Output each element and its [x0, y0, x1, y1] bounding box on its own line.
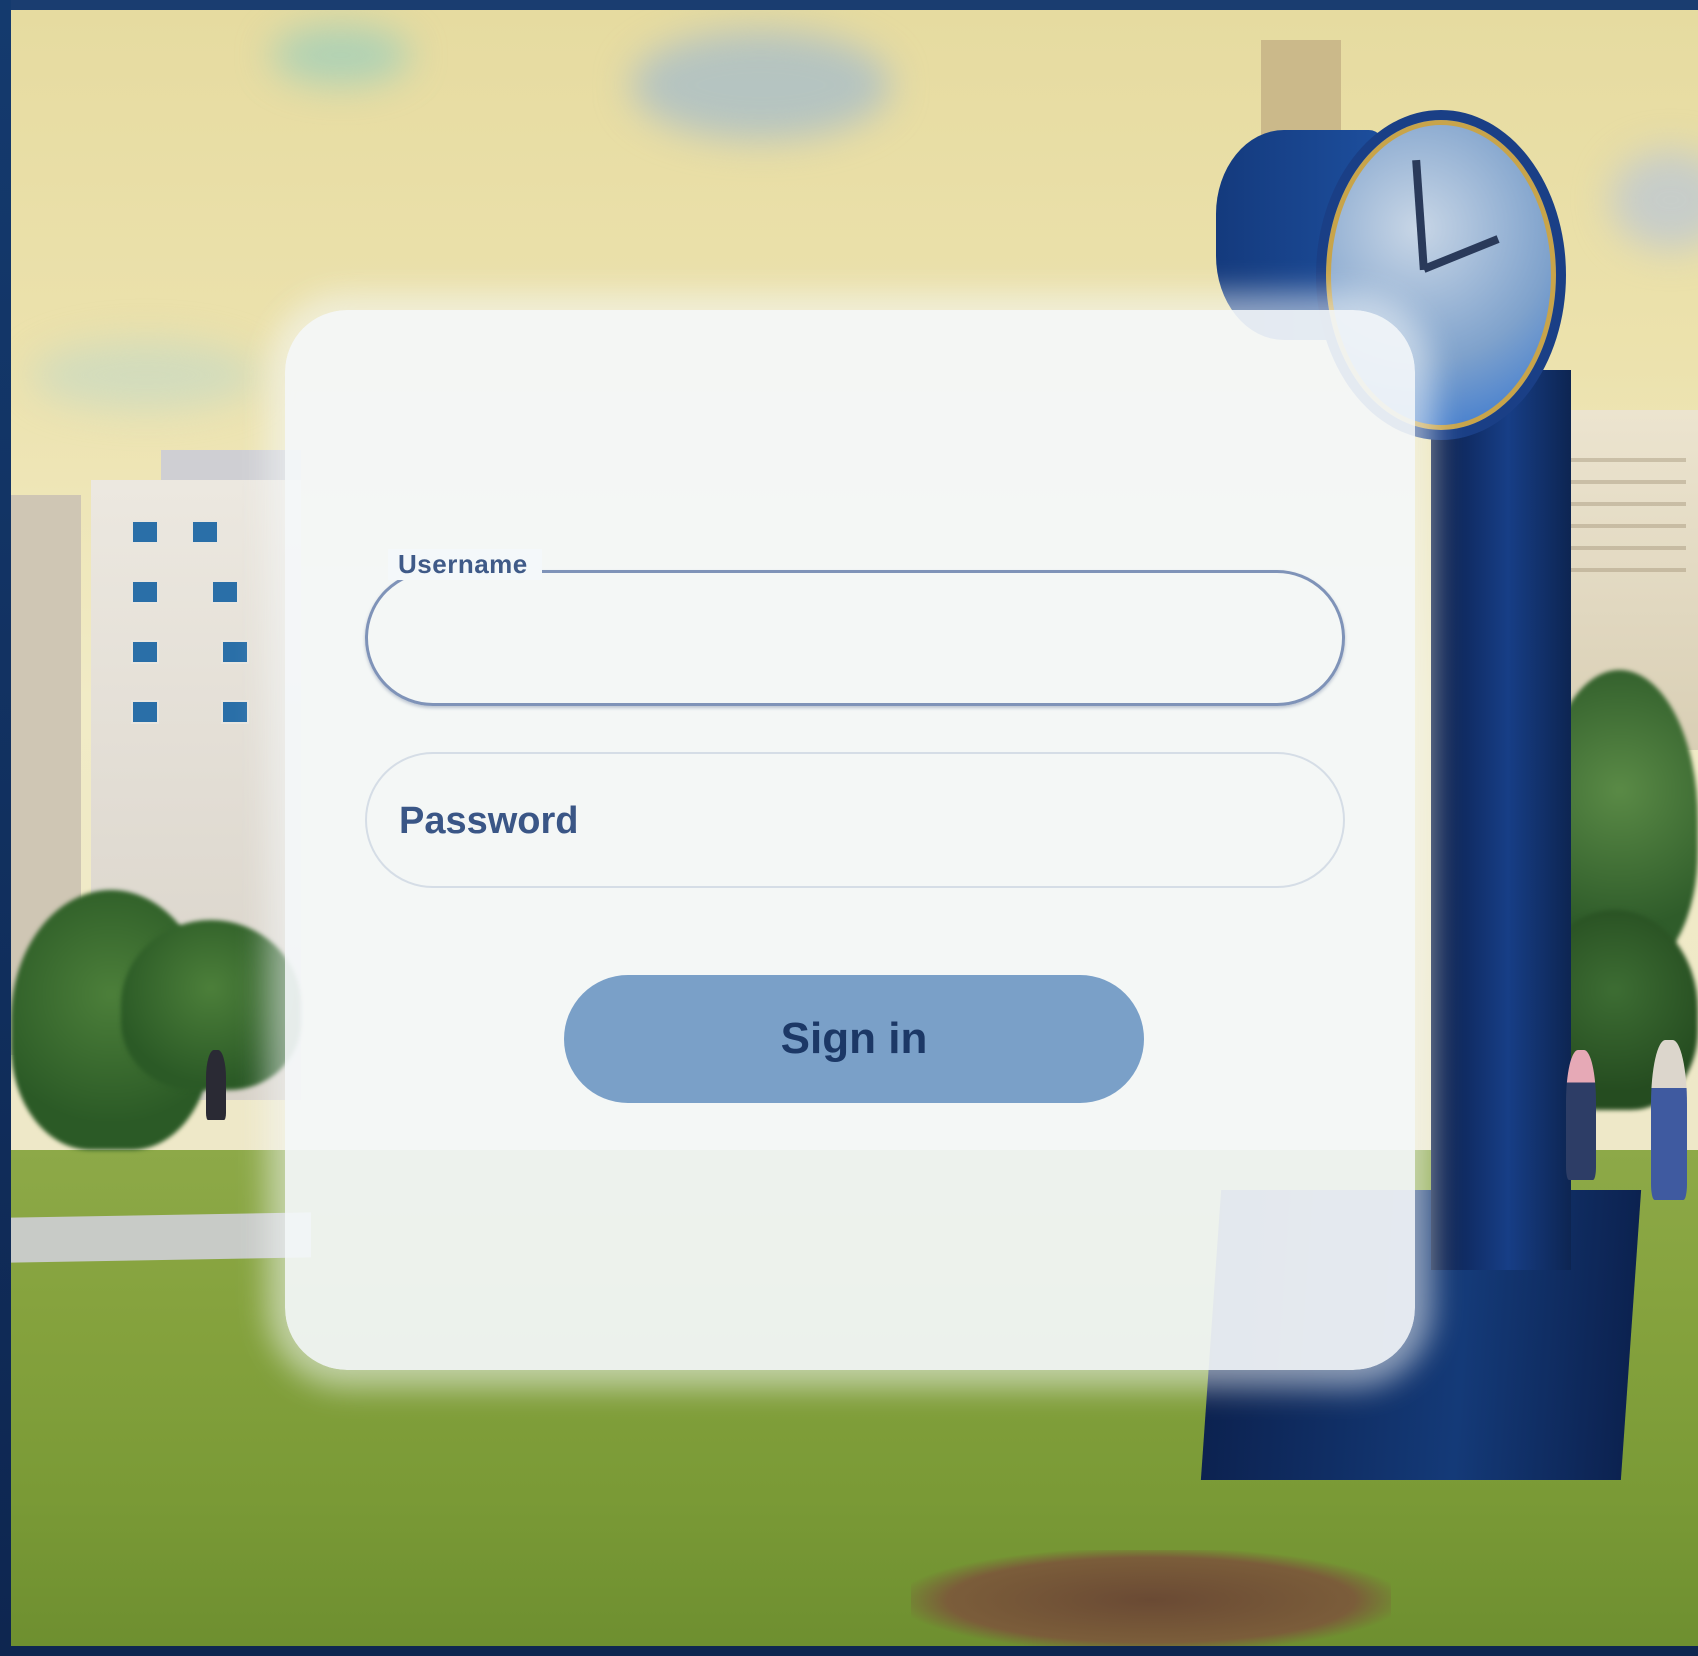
window	[131, 580, 159, 604]
pedestrian	[206, 1050, 226, 1120]
walkway	[11, 1212, 311, 1263]
frame-top-border	[0, 0, 1698, 10]
pedestrian	[1651, 1040, 1687, 1200]
username-input[interactable]	[398, 573, 1322, 705]
password-input[interactable]	[397, 754, 1321, 888]
window	[211, 580, 239, 604]
password-field[interactable]	[365, 752, 1345, 888]
cloud	[271, 25, 411, 85]
window	[221, 700, 249, 724]
app-frame: Username Sign in	[0, 0, 1698, 1656]
window	[131, 640, 159, 664]
cloud	[31, 340, 261, 410]
pedestrian	[1566, 1050, 1596, 1180]
soil-patch	[911, 1550, 1391, 1646]
login-card: Username Sign in	[285, 310, 1415, 1370]
sign-in-button[interactable]: Sign in	[564, 975, 1144, 1103]
window	[131, 520, 159, 544]
window	[131, 700, 159, 724]
cloud	[631, 30, 891, 140]
frame-bottom-border	[0, 1646, 1698, 1656]
window	[191, 520, 219, 544]
frame-left-border	[0, 0, 11, 1656]
window	[221, 640, 249, 664]
clock-tower-pillar	[1431, 370, 1571, 1270]
username-field[interactable]: Username	[365, 549, 1345, 706]
